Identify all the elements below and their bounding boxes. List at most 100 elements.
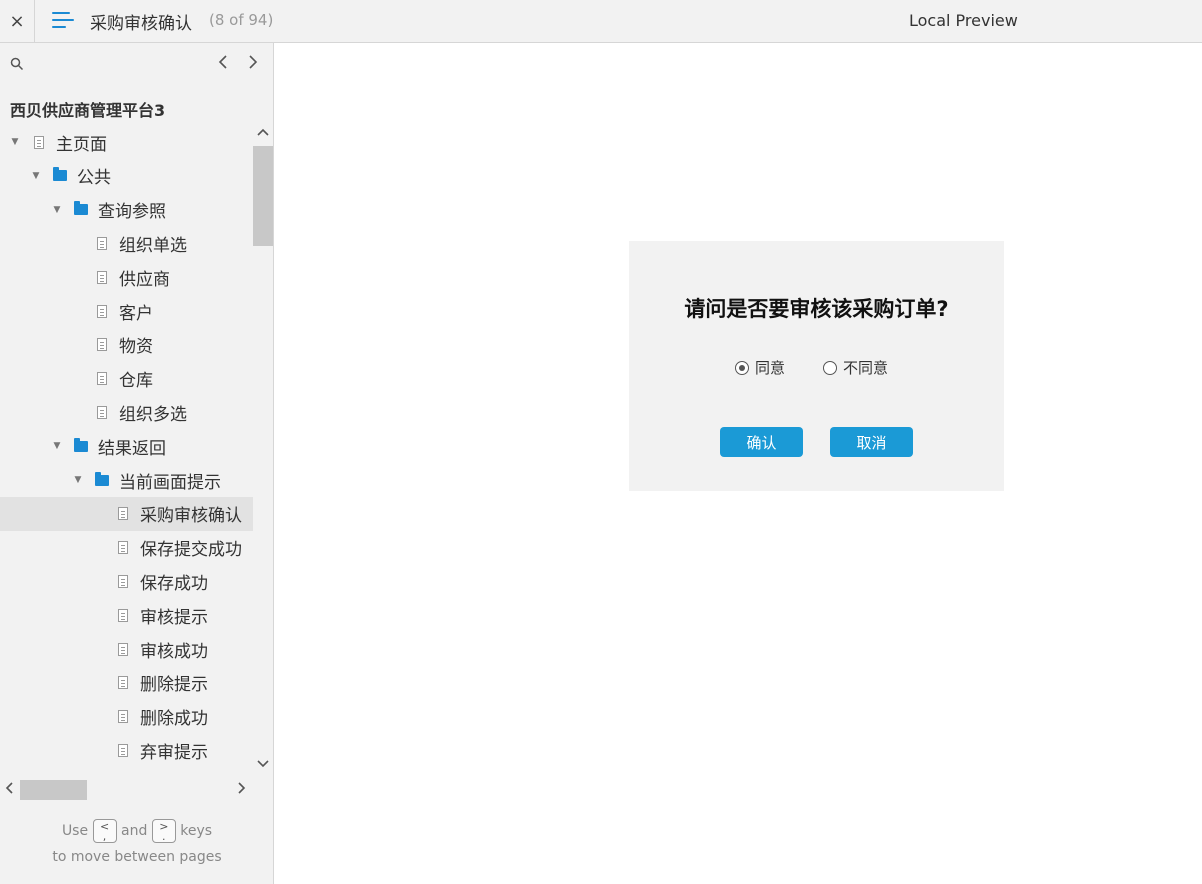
radio-agree[interactable]: 同意 (735, 357, 785, 378)
tree-item-label: 组织单选 (119, 235, 187, 256)
tree-item[interactable]: 审核成功 (0, 632, 253, 666)
page-icon (97, 372, 107, 386)
vertical-scrollbar[interactable] (253, 125, 273, 777)
sidebar-toggle-icon[interactable] (52, 10, 74, 30)
tree-item[interactable]: 客户 (0, 294, 253, 328)
page-icon (34, 135, 44, 149)
tree-item-label: 当前画面提示 (119, 472, 221, 493)
tree-item[interactable]: 弃审成功 (0, 767, 253, 778)
tree-item-label: 物资 (119, 337, 153, 358)
folder-icon (74, 437, 88, 452)
tree-item-label: 审核提示 (140, 607, 208, 628)
page-icon (118, 541, 128, 555)
tree-item[interactable]: 删除提示 (0, 666, 253, 700)
vertical-scroll-thumb[interactable] (253, 146, 273, 246)
tree-item-label: 保存成功 (140, 573, 208, 594)
page-icon (118, 642, 128, 656)
radio-disagree-label: 不同意 (843, 359, 889, 377)
page-icon (118, 507, 128, 521)
tree-item[interactable]: ▼ 查询参照 (0, 193, 253, 227)
close-icon: × (9, 10, 25, 32)
tree-item-label: 主页面 (56, 134, 107, 155)
page-icon (118, 676, 128, 690)
tree-item[interactable]: 删除成功 (0, 700, 253, 734)
sidebar: 西贝供应商管理平台3 ▼ 主页面 ▼ 公共 ▼ 查询参照组织单选供应商客户物资仓库组织多选… (0, 43, 274, 884)
scroll-left-icon[interactable] (4, 781, 14, 795)
radio-agree-label: 同意 (755, 359, 786, 377)
tree-item-label: 保存提交成功 (140, 540, 242, 561)
horizontal-scrollbar[interactable] (0, 777, 253, 802)
tree-item-label: 结果返回 (98, 438, 166, 459)
folder-icon (53, 167, 67, 182)
tree-item-label: 查询参照 (98, 202, 166, 223)
page-icon (97, 405, 107, 419)
tree-item[interactable]: 采购审核确认 (0, 496, 253, 531)
tree-item[interactable]: 组织多选 (0, 395, 253, 429)
expand-arrow-icon[interactable]: ▼ (31, 171, 41, 181)
tree-item[interactable]: 保存提交成功 (0, 531, 253, 565)
tree-item[interactable]: 物资 (0, 328, 253, 362)
tree-item-label: 删除成功 (140, 709, 208, 730)
expand-arrow-icon[interactable]: ▼ (52, 441, 62, 451)
tree-item-label: 删除提示 (140, 675, 208, 696)
tree-item[interactable]: ▼ 公共 (0, 159, 253, 193)
tree-item-label: 公共 (77, 168, 111, 189)
expand-arrow-icon[interactable]: ▼ (73, 475, 83, 485)
expand-arrow-icon[interactable]: ▼ (52, 205, 62, 215)
top-bar: × 采购审核确认 (8 of 94) Local Preview (0, 0, 1202, 43)
tree-item[interactable]: 保存成功 (0, 564, 253, 598)
tree-item[interactable]: 仓库 (0, 362, 253, 396)
scroll-up-icon[interactable] (256, 127, 270, 137)
folder-icon (74, 201, 88, 216)
page-icon (118, 608, 128, 622)
tree-item[interactable]: 组织单选 (0, 226, 253, 260)
tree-item[interactable]: ▼ 当前画面提示 (0, 463, 253, 497)
chevron-left-icon (218, 55, 227, 69)
folder-icon (95, 471, 109, 486)
dialog-question: 请问是否要审核该采购订单? (684, 297, 949, 321)
horizontal-scroll-thumb[interactable] (20, 780, 87, 800)
tree-item-label: 弃审提示 (140, 742, 208, 763)
page-icon (118, 574, 128, 588)
page-icon (118, 710, 128, 724)
page-icon (97, 236, 107, 250)
page-icon (97, 338, 107, 352)
tree-item-label: 组织多选 (119, 404, 187, 425)
scroll-right-icon[interactable] (237, 781, 247, 795)
tree-item[interactable]: 供应商 (0, 260, 253, 294)
page-count: (8 of 94) (209, 11, 274, 29)
key-prev-icon: <, (92, 819, 117, 843)
project-name: 西贝供应商管理平台3 (10, 101, 166, 120)
tree-item-label: 审核成功 (140, 641, 208, 662)
radio-agree-circle[interactable] (735, 360, 749, 375)
page-title: 采购审核确认 (90, 14, 192, 34)
canvas: 请问是否要审核该采购订单? 同意 不同意 确认 取消 (274, 43, 1202, 884)
page-icon (118, 743, 128, 757)
tree-item-label: 供应商 (119, 269, 170, 290)
search-icon[interactable] (10, 57, 24, 71)
page-icon (97, 304, 107, 318)
close-button[interactable]: × (0, 0, 35, 42)
tree-item[interactable]: 审核提示 (0, 598, 253, 632)
radio-disagree-circle[interactable] (823, 360, 837, 375)
scroll-down-icon[interactable] (256, 759, 270, 769)
local-preview-label: Local Preview (909, 11, 1018, 30)
tree-item-label: 采购审核确认 (140, 506, 242, 527)
tree-item[interactable]: ▼ 结果返回 (0, 429, 253, 463)
confirm-dialog: 请问是否要审核该采购订单? 同意 不同意 确认 取消 (629, 241, 1004, 491)
tree-item[interactable]: 弃审提示 (0, 733, 253, 767)
keyboard-hint: Use <, and >. keys to move between pages (52, 819, 222, 865)
radio-disagree[interactable]: 不同意 (823, 357, 888, 378)
page-tree: ▼ 主页面 ▼ 公共 ▼ 查询参照组织单选供应商客户物资仓库组织多选 ▼ 结果返回 ▼ 当前画面提… (0, 125, 253, 777)
next-page-button[interactable] (248, 54, 258, 74)
confirm-button[interactable]: 确认 (720, 427, 803, 457)
expand-arrow-icon[interactable]: ▼ (10, 137, 20, 147)
tree-item-label: 仓库 (119, 371, 153, 392)
key-next-icon: >. (151, 819, 176, 843)
previous-page-button[interactable] (218, 54, 228, 74)
cancel-button[interactable]: 取消 (830, 427, 913, 457)
page-icon (97, 270, 107, 284)
chevron-right-icon (249, 55, 258, 69)
tree-item[interactable]: ▼ 主页面 (0, 125, 253, 159)
tree-item-label: 客户 (119, 303, 153, 324)
